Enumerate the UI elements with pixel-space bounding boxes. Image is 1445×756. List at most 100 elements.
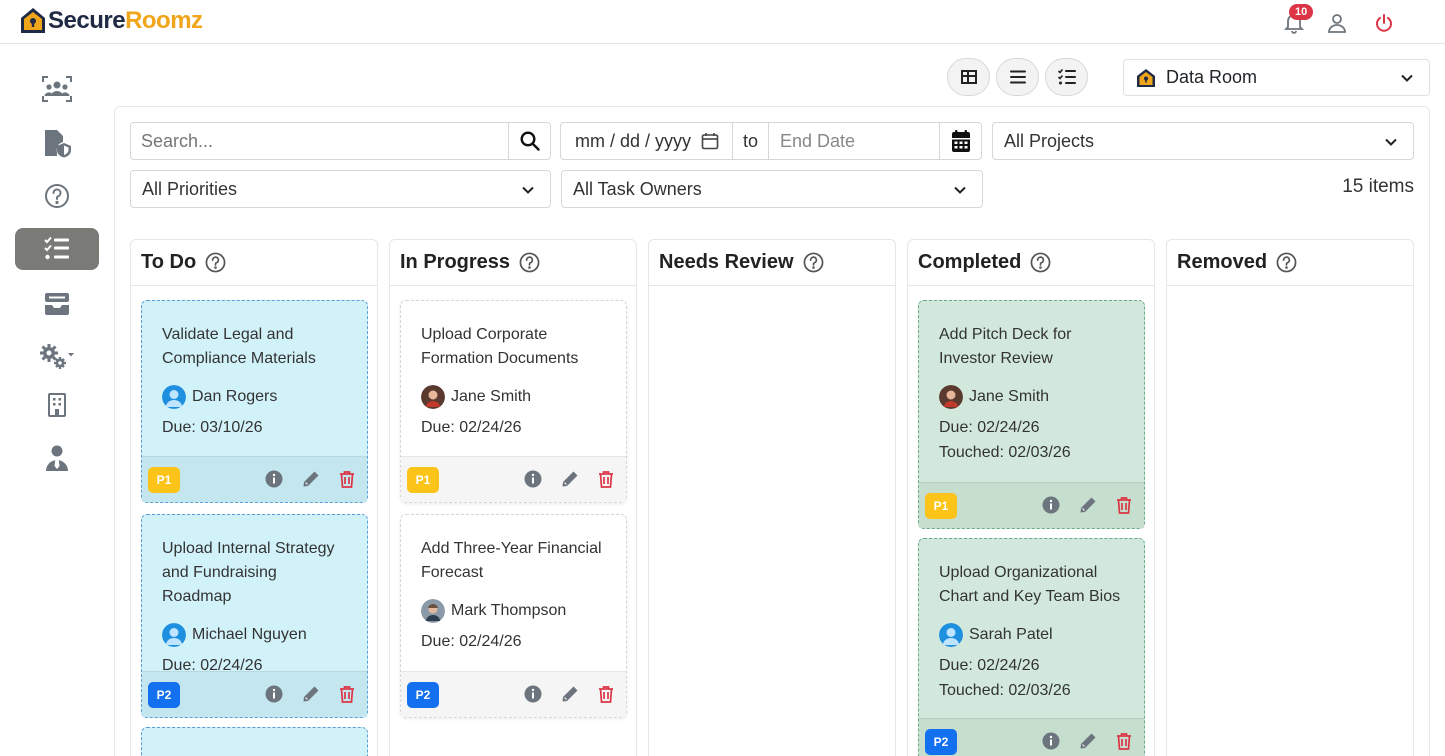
help-icon[interactable] — [803, 252, 824, 273]
info-icon[interactable] — [1042, 732, 1060, 750]
sidebar-item-help[interactable] — [15, 175, 99, 217]
delete-icon[interactable] — [598, 685, 614, 703]
task-card-footer: P2 — [142, 671, 367, 717]
app-logo[interactable]: SecureRoomz — [18, 6, 203, 36]
edit-icon[interactable] — [302, 470, 320, 488]
chevron-down-icon — [1385, 138, 1397, 146]
edit-icon[interactable] — [1079, 496, 1097, 514]
search-field — [130, 122, 551, 160]
checklist-view-icon — [1057, 69, 1076, 85]
sidebar-item-organization[interactable] — [15, 384, 99, 426]
top-bar: SecureRoomz 10 — [0, 0, 1445, 44]
help-icon[interactable] — [205, 252, 226, 273]
edit-icon[interactable] — [302, 685, 320, 703]
search-input[interactable] — [131, 123, 509, 159]
task-card-footer: P2 — [401, 671, 626, 717]
info-icon[interactable] — [524, 685, 542, 703]
edit-icon[interactable] — [1079, 732, 1097, 750]
task-card[interactable]: Upload Organizational Chart and Key Team… — [918, 538, 1145, 756]
task-due-date: Due: 02/24/26 — [939, 657, 1040, 674]
priority-badge: P1 — [148, 466, 180, 493]
sidebar-item-inbox[interactable] — [15, 283, 99, 325]
column-header: Completed — [908, 240, 1154, 286]
delete-icon[interactable] — [1116, 732, 1132, 750]
column-header: To Do — [131, 240, 377, 286]
help-icon[interactable] — [1276, 252, 1297, 273]
task-card[interactable]: Add Three-Year Financial Forecast Mark T… — [400, 514, 627, 718]
date-range-separator: to — [732, 123, 769, 159]
help-icon[interactable] — [1030, 252, 1051, 273]
task-card[interactable]: Upload Corporate Formation Documents Jan… — [400, 300, 627, 503]
task-owner-name: Mark Thompson — [451, 602, 567, 619]
delete-icon[interactable] — [339, 685, 355, 703]
logout-button[interactable] — [1371, 10, 1397, 36]
info-icon[interactable] — [265, 470, 283, 488]
task-title: Add Pitch Deck for Investor Review — [939, 326, 1072, 367]
delete-icon[interactable] — [1116, 496, 1132, 514]
task-title: Validate Legal and Compliance Materials — [162, 326, 316, 367]
delete-icon[interactable] — [339, 470, 355, 488]
sidebar-item-settings[interactable] — [15, 336, 99, 378]
project-select-value: All Projects — [1004, 130, 1095, 151]
task-card-footer: P1 — [919, 482, 1144, 528]
search-button[interactable] — [508, 123, 550, 159]
task-card[interactable]: Upload Internal Strategy and Fundraising… — [141, 514, 368, 718]
task-owner: Jane Smith — [421, 385, 606, 409]
task-title: Upload Internal Strategy and Fundraising… — [162, 540, 335, 605]
task-card-footer: P1 — [401, 456, 626, 502]
edit-icon[interactable] — [561, 685, 579, 703]
task-card[interactable]: Add Pitch Deck for Investor Review Jane … — [918, 300, 1145, 529]
task-owner: Jane Smith — [939, 385, 1124, 409]
priority-select[interactable]: All Priorities — [130, 170, 551, 208]
priority-badge: P1 — [925, 492, 957, 519]
sidebar-item-users[interactable] — [15, 437, 99, 479]
list-view-button[interactable] — [996, 58, 1039, 96]
end-date-placeholder: End Date — [780, 130, 856, 151]
column-title: Needs Review — [659, 251, 794, 273]
task-touched-date: Touched: 02/03/26 — [939, 444, 1071, 461]
column-header: In Progress — [390, 240, 636, 286]
info-icon[interactable] — [524, 470, 542, 488]
edit-icon[interactable] — [561, 470, 579, 488]
profile-button[interactable] — [1324, 10, 1350, 36]
task-card[interactable]: Validate Legal and Compliance Materials … — [141, 300, 368, 503]
avatar — [421, 599, 445, 623]
checklist-view-button[interactable] — [1045, 58, 1088, 96]
task-owner-name: Dan Rogers — [192, 388, 278, 405]
help-icon[interactable] — [519, 252, 540, 273]
sidebar-item-tasks[interactable] — [15, 228, 99, 270]
project-select[interactable]: All Projects — [992, 122, 1414, 160]
delete-icon[interactable] — [598, 470, 614, 488]
avatar — [939, 623, 963, 647]
task-owner-name: Michael Nguyen — [192, 626, 307, 643]
priority-badge: P2 — [925, 728, 957, 755]
priority-badge: P2 — [407, 681, 439, 708]
grid-view-button[interactable] — [947, 58, 990, 96]
avatar — [421, 385, 445, 409]
task-due-date: Due: 02/24/26 — [939, 419, 1040, 436]
calendar-outline-icon — [701, 133, 719, 150]
column-todo: To Do Validate Legal and Compliance Mate… — [130, 239, 378, 756]
task-owner-select[interactable]: All Task Owners — [561, 170, 983, 208]
sidebar-item-secure-files[interactable] — [15, 122, 99, 164]
end-date-picker-button[interactable] — [939, 123, 981, 159]
column-needs-review: Needs Review — [648, 239, 896, 756]
column-title: Removed — [1177, 251, 1268, 273]
start-date-input[interactable]: mm / dd / yyyy — [561, 123, 733, 159]
task-card[interactable] — [141, 727, 368, 756]
power-icon — [1376, 14, 1392, 32]
column-removed: Removed — [1166, 239, 1414, 756]
user-tie-icon — [46, 445, 68, 471]
sidebar-item-team[interactable] — [15, 68, 99, 110]
task-owner-name: Jane Smith — [969, 388, 1050, 405]
task-title: Add Three-Year Financial Forecast — [421, 540, 602, 581]
data-room-select[interactable]: Data Room — [1123, 59, 1430, 96]
column-title: To Do — [141, 251, 197, 273]
info-icon[interactable] — [1042, 496, 1060, 514]
column-completed: Completed Add Pitch Deck for Investor Re… — [907, 239, 1155, 756]
logo-text: SecureRoomz — [48, 7, 203, 34]
logo-house-icon — [21, 8, 45, 33]
items-count: 15 items — [1342, 176, 1414, 197]
info-icon[interactable] — [265, 685, 283, 703]
end-date-input[interactable]: End Date — [780, 123, 855, 159]
